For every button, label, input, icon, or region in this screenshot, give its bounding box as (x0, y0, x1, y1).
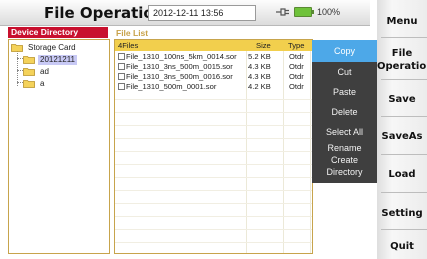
divider (381, 229, 427, 230)
row-divider (115, 112, 312, 113)
page-title: File Operation (44, 4, 165, 22)
file-list-heading: File List (116, 28, 149, 38)
menu-item-paste[interactable]: Paste (312, 82, 377, 102)
tree-item-storage-card[interactable]: Storage Card (11, 42, 78, 53)
file-type: Otdr (289, 72, 304, 81)
file-list[interactable]: 4Files Size Type File_1310_100ns_5km_001… (114, 39, 313, 254)
row-divider (115, 203, 312, 204)
tree-item-label: a (40, 78, 45, 88)
file-checkbox[interactable] (118, 63, 125, 70)
row-divider (115, 99, 312, 100)
folder-icon (23, 68, 35, 76)
file-size: 4.3 KB (248, 62, 271, 71)
menu-item-rename[interactable]: Rename (312, 142, 377, 155)
file-list-header-row: 4Files Size Type (115, 40, 312, 51)
file-name: File_1310_3ns_500m_0016.sor (126, 72, 233, 81)
battery-icon (294, 7, 314, 17)
context-menu: Copy Cut Paste Delete Select All Rename … (312, 40, 377, 183)
setting-button[interactable]: Setting (377, 207, 427, 220)
divider (381, 116, 427, 117)
file-name: File_1310_500m_0001.sor (126, 82, 217, 91)
row-divider (115, 229, 312, 230)
row-divider (115, 125, 312, 126)
device-directory-heading: Device Directory (8, 27, 108, 38)
menu-item-create-line1: Create (330, 155, 358, 165)
file-size: 5.2 KB (248, 52, 271, 61)
tree-item-label: Storage Card (28, 42, 76, 52)
row-divider (115, 216, 312, 217)
quit-button[interactable]: Quit (377, 240, 427, 253)
file-type: Otdr (289, 52, 304, 61)
divider (381, 192, 427, 193)
column-divider (246, 51, 247, 253)
file-operation-line1: File (391, 48, 413, 59)
menu-button[interactable]: Menu (377, 15, 427, 28)
directory-tree[interactable]: Storage Card 20121211 ad a (8, 39, 110, 254)
file-name: File_1310_100ns_5km_0014.sor (126, 52, 237, 61)
save-button[interactable]: Save (377, 93, 427, 106)
column-divider (283, 51, 284, 253)
tree-item-label: ad (40, 66, 49, 76)
divider (381, 79, 427, 80)
battery-level: 100% (317, 7, 341, 17)
divider (381, 154, 427, 155)
file-checkbox[interactable] (118, 83, 125, 90)
row-divider (115, 151, 312, 152)
column-divider (310, 51, 311, 253)
file-size: 4.3 KB (248, 72, 271, 81)
load-button[interactable]: Load (377, 168, 427, 181)
divider (381, 37, 427, 38)
column-header-files: 4Files (118, 41, 139, 50)
tree-item-ad[interactable]: ad (23, 66, 51, 77)
file-type: Otdr (289, 82, 304, 91)
title-bar: File Operation 2012-12-11 13:56 100% (0, 0, 370, 26)
file-checkbox[interactable] (118, 53, 125, 60)
menu-item-cut[interactable]: Cut (312, 62, 377, 82)
file-checkbox[interactable] (118, 73, 125, 80)
row-divider (115, 177, 312, 178)
folder-icon (23, 80, 35, 88)
file-type: Otdr (289, 62, 304, 71)
row-divider (115, 138, 312, 139)
menu-item-copy[interactable]: Copy (312, 40, 377, 62)
tree-item-a[interactable]: a (23, 78, 46, 89)
folder-icon (23, 56, 35, 64)
row-divider (115, 164, 312, 165)
column-header-type: Type (288, 41, 305, 50)
save-as-button[interactable]: SaveAs (377, 130, 427, 143)
file-name: File_1310_3ns_500m_0015.sor (126, 62, 233, 71)
menu-item-select-all[interactable]: Select All (312, 122, 377, 142)
tree-item-label: 20121211 (38, 54, 77, 65)
row-divider (115, 190, 312, 191)
row-divider (115, 242, 312, 243)
menu-item-delete[interactable]: Delete (312, 102, 377, 122)
column-header-size: Size (256, 41, 271, 50)
plug-icon (276, 8, 289, 16)
tree-item-20121211[interactable]: 20121211 (23, 54, 77, 65)
function-bar: Menu File Operation Save SaveAs Load Set… (377, 0, 427, 259)
datetime-display: 2012-12-11 13:56 (148, 5, 256, 21)
folder-icon (11, 44, 23, 52)
file-operation-line2: Operation (377, 61, 427, 72)
tree-connector (17, 50, 18, 86)
file-size: 4.2 KB (248, 82, 271, 91)
menu-item-create-line2: Directory (326, 167, 363, 177)
